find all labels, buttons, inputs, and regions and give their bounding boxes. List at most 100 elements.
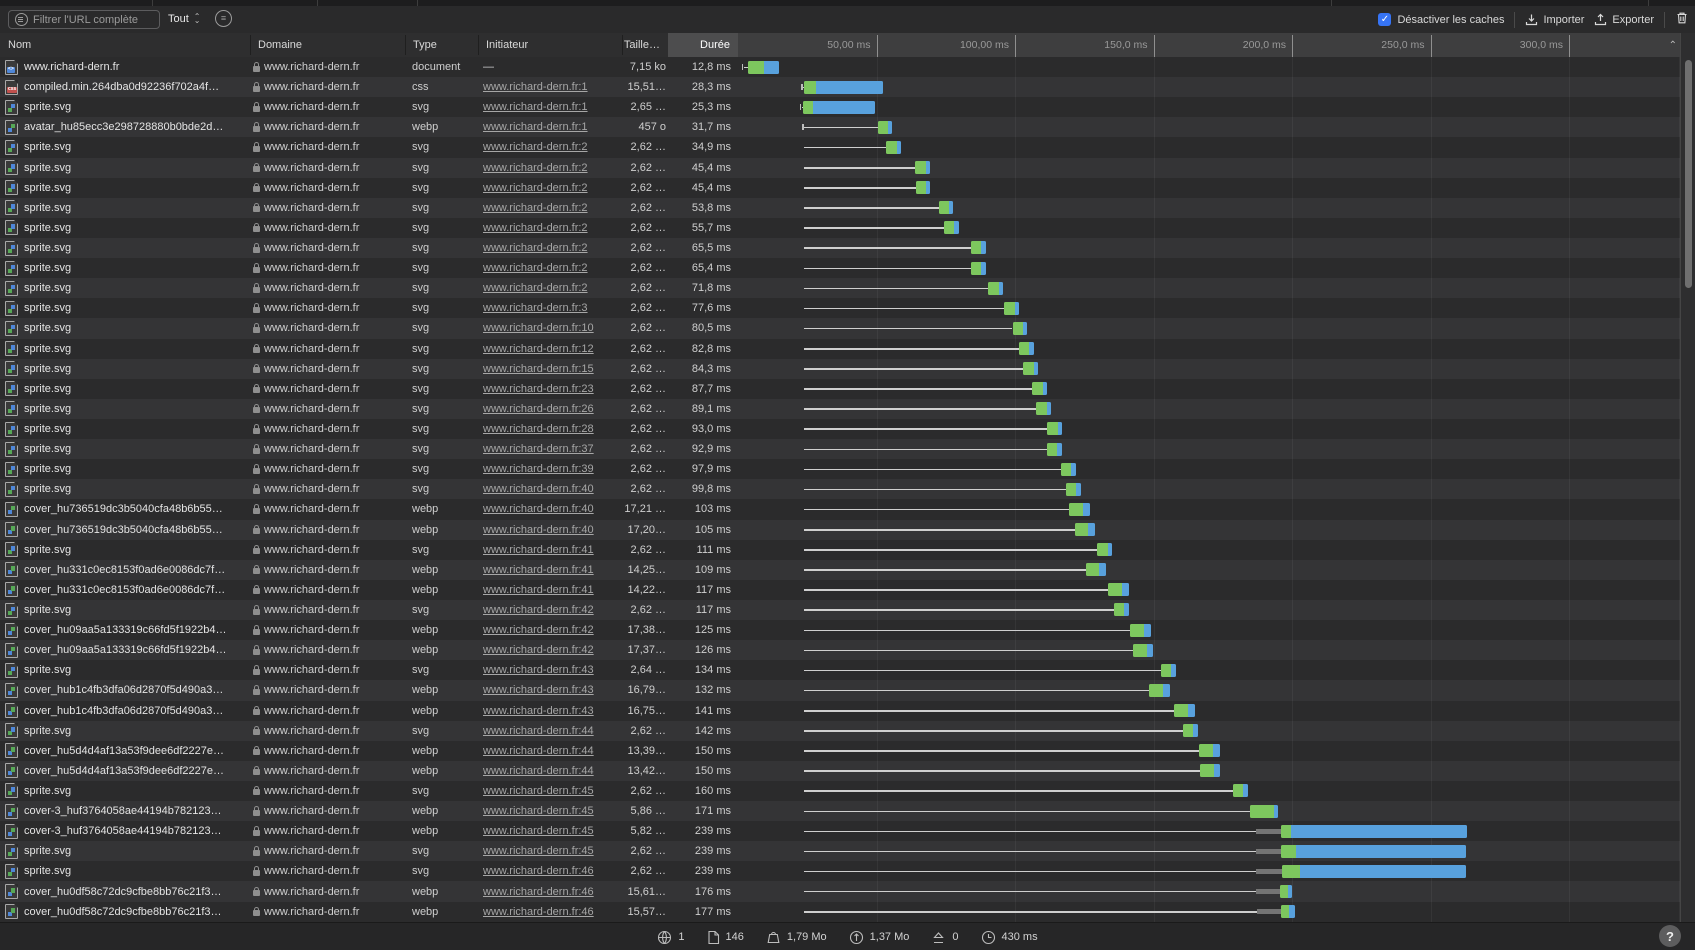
table-row[interactable]: cover-3_huf3764058ae44194b782123…www.ric… xyxy=(0,821,1695,841)
help-button[interactable]: ? xyxy=(1659,925,1681,947)
waterfall-request-segment xyxy=(939,201,950,214)
disable-caches-toggle[interactable]: ✓ Désactiver les caches xyxy=(1378,13,1504,26)
table-row[interactable]: sprite.svgwww.richard-dern.frsvgwww.rich… xyxy=(0,600,1695,620)
column-header-type[interactable]: Type xyxy=(405,33,478,57)
table-row[interactable]: cover-3_huf3764058ae44194b782123…www.ric… xyxy=(0,801,1695,821)
requests-table-body: <>www.richard-dern.frwww.richard-dern.fr… xyxy=(0,57,1695,922)
resource-type-dropdown[interactable]: Tout ⌃⌄ xyxy=(168,10,201,28)
table-row[interactable]: cover_hu0df58c72dc9cfbe8bb76c21f3…www.ri… xyxy=(0,902,1695,922)
waterfall-blocked-segment xyxy=(1256,889,1280,894)
table-row[interactable]: cover_hub1c4fb3dfa06d2870f5d490a3…www.ri… xyxy=(0,701,1695,721)
table-row[interactable]: avatar_hu85ecc3e298728880b0bde2d…www.ric… xyxy=(0,117,1695,137)
waterfall-response-segment xyxy=(1296,845,1466,858)
table-row[interactable]: sprite.svgwww.richard-dern.frsvgwww.rich… xyxy=(0,540,1695,560)
table-row[interactable]: cover_hu0df58c72dc9cfbe8bb76c21f3…www.ri… xyxy=(0,881,1695,901)
collapse-waterfall-chevron-icon[interactable]: ⌃ xyxy=(1669,33,1677,57)
table-row[interactable]: sprite.svgwww.richard-dern.frsvgwww.rich… xyxy=(0,318,1695,338)
table-row[interactable]: sprite.svgwww.richard-dern.frsvgwww.rich… xyxy=(0,660,1695,680)
filter-url-input[interactable]: Filtrer l'URL complète xyxy=(8,10,160,29)
clear-network-items-button[interactable] xyxy=(1675,11,1689,28)
table-row[interactable]: sprite.svgwww.richard-dern.frsvgwww.rich… xyxy=(0,379,1695,399)
table-row[interactable]: <>www.richard-dern.frwww.richard-dern.fr… xyxy=(0,57,1695,77)
table-row[interactable]: sprite.svgwww.richard-dern.frsvgwww.rich… xyxy=(0,419,1695,439)
table-row[interactable]: sprite.svgwww.richard-dern.frsvgwww.rich… xyxy=(0,861,1695,881)
image-file-icon xyxy=(5,542,18,557)
table-row[interactable]: cover_hu736519dc3b5040cfa48b6b55…www.ric… xyxy=(0,520,1695,540)
resource-duration-cell: 134 ms xyxy=(620,660,731,680)
lock-icon xyxy=(253,548,260,554)
scrollbar-thumb[interactable] xyxy=(1685,60,1692,288)
ruler-tick xyxy=(1154,35,1155,57)
table-row[interactable]: sprite.svgwww.richard-dern.frsvgwww.rich… xyxy=(0,479,1695,499)
table-row[interactable]: sprite.svgwww.richard-dern.frsvgwww.rich… xyxy=(0,238,1695,258)
lock-icon xyxy=(253,327,260,333)
table-row[interactable]: cover_hu09aa5a133319c66fd5f1922b4…www.ri… xyxy=(0,640,1695,660)
lock-icon xyxy=(253,609,260,615)
table-row[interactable]: cover_hu5d4d4af13a53f9dee6df2227e…www.ri… xyxy=(0,741,1695,761)
vertical-scrollbar[interactable] xyxy=(1680,33,1695,922)
resource-domain-cell: www.richard-dern.fr xyxy=(253,499,403,519)
table-row[interactable]: sprite.svgwww.richard-dern.frsvgwww.rich… xyxy=(0,278,1695,298)
waterfall-cell xyxy=(738,298,1680,318)
resource-name-cell: sprite.svg xyxy=(5,198,248,218)
column-header-domaine[interactable]: Domaine xyxy=(250,33,405,57)
image-file-icon xyxy=(5,381,18,396)
resource-name-cell: sprite.svg xyxy=(5,660,248,680)
image-file-icon xyxy=(5,763,18,778)
resource-name-cell: sprite.svg xyxy=(5,721,248,741)
export-button[interactable]: Exporter xyxy=(1594,13,1654,26)
table-row[interactable]: sprite.svgwww.richard-dern.frsvgwww.rich… xyxy=(0,97,1695,117)
status-item-page: 146 xyxy=(707,930,744,945)
waterfall-request-segment xyxy=(804,81,815,94)
image-file-icon xyxy=(5,120,18,135)
image-file-icon xyxy=(5,180,18,195)
table-row[interactable]: cover_hu736519dc3b5040cfa48b6b55…www.ric… xyxy=(0,499,1695,519)
table-row[interactable]: cover_hu331c0ec8153f0ad6e0086dc7f…www.ri… xyxy=(0,580,1695,600)
table-row[interactable]: sprite.svgwww.richard-dern.frsvgwww.rich… xyxy=(0,721,1695,741)
resource-type-cell: svg xyxy=(412,278,476,298)
status-value: 1,37 Mo xyxy=(870,931,910,943)
lock-icon xyxy=(253,850,260,856)
image-file-icon xyxy=(5,241,18,256)
waterfall-response-segment xyxy=(1058,422,1062,435)
resource-domain-cell: www.richard-dern.fr xyxy=(253,781,403,801)
column-header-initiateur[interactable]: Initiateur xyxy=(478,33,622,57)
table-row[interactable]: sprite.svgwww.richard-dern.frsvgwww.rich… xyxy=(0,359,1695,379)
table-row[interactable]: sprite.svgwww.richard-dern.frsvgwww.rich… xyxy=(0,399,1695,419)
waterfall-request-segment xyxy=(971,241,982,254)
weight-icon xyxy=(766,930,781,945)
table-row[interactable]: cover_hu09aa5a133319c66fd5f1922b4…www.ri… xyxy=(0,620,1695,640)
column-header-taille[interactable]: Taille… xyxy=(622,33,668,57)
column-header-nom[interactable]: Nom xyxy=(0,33,250,57)
import-button[interactable]: Importer xyxy=(1525,13,1584,26)
table-row[interactable]: cover_hu331c0ec8153f0ad6e0086dc7f…www.ri… xyxy=(0,560,1695,580)
table-row[interactable]: sprite.svgwww.richard-dern.frsvgwww.rich… xyxy=(0,781,1695,801)
table-row[interactable]: sprite.svgwww.richard-dern.frsvgwww.rich… xyxy=(0,137,1695,157)
table-row[interactable]: sprite.svgwww.richard-dern.frsvgwww.rich… xyxy=(0,158,1695,178)
resource-duration-cell: 31,7 ms xyxy=(620,117,731,137)
resource-duration-cell: 93,0 ms xyxy=(620,419,731,439)
table-row[interactable]: sprite.svgwww.richard-dern.frsvgwww.rich… xyxy=(0,198,1695,218)
waterfall-response-segment xyxy=(1071,463,1075,476)
waterfall-request-segment xyxy=(915,161,926,174)
table-row[interactable]: csscompiled.min.264dba0d92236f702a4f…www… xyxy=(0,77,1695,97)
waterfall-cell xyxy=(738,821,1680,841)
resource-type-cell: svg xyxy=(412,298,476,318)
table-row[interactable]: sprite.svgwww.richard-dern.frsvgwww.rich… xyxy=(0,439,1695,459)
table-row[interactable]: sprite.svgwww.richard-dern.frsvgwww.rich… xyxy=(0,459,1695,479)
other-filters-menu-button[interactable]: ≡ xyxy=(215,10,232,27)
waterfall-cell xyxy=(738,97,1680,117)
table-row[interactable]: sprite.svgwww.richard-dern.frsvgwww.rich… xyxy=(0,339,1695,359)
table-row[interactable]: sprite.svgwww.richard-dern.frsvgwww.rich… xyxy=(0,218,1695,238)
waterfall-response-segment xyxy=(1043,382,1047,395)
resource-domain-cell: www.richard-dern.fr xyxy=(253,198,403,218)
table-row[interactable]: sprite.svgwww.richard-dern.frsvgwww.rich… xyxy=(0,178,1695,198)
table-row[interactable]: sprite.svgwww.richard-dern.frsvgwww.rich… xyxy=(0,841,1695,861)
table-row[interactable]: cover_hu5d4d4af13a53f9dee6df2227e…www.ri… xyxy=(0,761,1695,781)
table-row[interactable]: sprite.svgwww.richard-dern.frsvgwww.rich… xyxy=(0,258,1695,278)
resource-duration-cell: 99,8 ms xyxy=(620,479,731,499)
resource-domain-cell: www.richard-dern.fr xyxy=(253,640,403,660)
table-row[interactable]: sprite.svgwww.richard-dern.frsvgwww.rich… xyxy=(0,298,1695,318)
column-header-duree-sorted[interactable]: Durée xyxy=(668,33,738,57)
table-row[interactable]: cover_hub1c4fb3dfa06d2870f5d490a3…www.ri… xyxy=(0,680,1695,700)
